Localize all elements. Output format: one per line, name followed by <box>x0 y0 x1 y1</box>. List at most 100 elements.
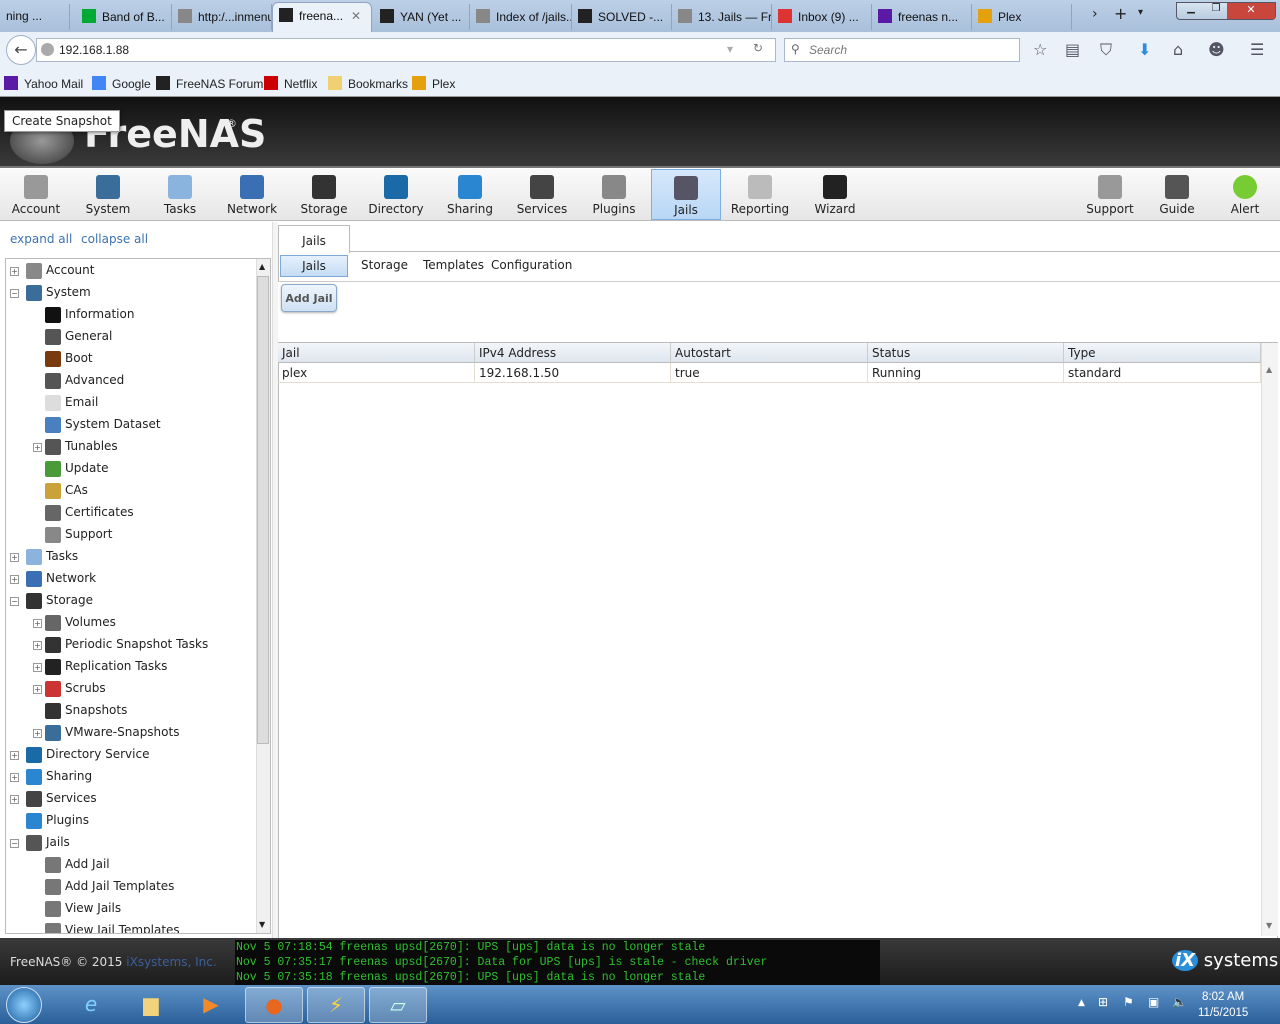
tree-item[interactable]: General <box>45 329 112 345</box>
tree-item[interactable]: Periodic Snapshot Tasks <box>45 637 208 653</box>
bookmark-star-icon[interactable]: ☆ <box>1033 40 1047 59</box>
toolbar-tasks[interactable]: Tasks <box>144 169 216 220</box>
network-tray-icon[interactable]: ▣ <box>1148 995 1159 1009</box>
start-button[interactable] <box>6 987 42 1023</box>
tree-item[interactable]: View Jail Templates <box>45 923 180 933</box>
bookmark-item[interactable]: Netflix <box>264 76 317 91</box>
tree-expander-plus[interactable]: + <box>33 685 42 694</box>
tree-item[interactable]: Replication Tasks <box>45 659 167 675</box>
tree-expander-plus[interactable]: + <box>10 773 19 782</box>
tree-expander-plus[interactable]: + <box>10 553 19 562</box>
toolbar-system[interactable]: System <box>72 169 144 220</box>
hello-icon[interactable]: ☻ <box>1208 40 1225 59</box>
toolbar-sharing[interactable]: Sharing <box>432 169 508 220</box>
show-hidden-icons[interactable]: ▲ <box>1078 998 1085 1008</box>
tree-item[interactable]: Network <box>26 571 96 587</box>
windows-flag-icon[interactable]: ⊞ <box>1098 995 1108 1009</box>
home-icon[interactable]: ⌂ <box>1173 40 1183 59</box>
scroll-up-icon[interactable]: ▲ <box>1266 365 1272 374</box>
tree-expander-minus[interactable]: − <box>10 289 19 298</box>
tree-item[interactable]: Volumes <box>45 615 116 631</box>
bookmark-item[interactable]: Bookmarks <box>328 76 408 91</box>
toolbar-network[interactable]: Network <box>216 169 288 220</box>
tree-item[interactable]: Sharing <box>26 769 92 785</box>
clock[interactable]: 8:02 AM 11/5/2015 <box>1198 989 1248 1021</box>
url-dropdown-icon[interactable]: ▾ <box>727 42 733 56</box>
subtab-jails[interactable]: Jails <box>280 255 348 277</box>
toolbar-plugins[interactable]: Plugins <box>578 169 650 220</box>
tree-item[interactable]: System Dataset <box>45 417 161 433</box>
url-bar[interactable]: 192.168.1.88 ▾ ↻ <box>36 38 776 62</box>
tree-item[interactable]: Certificates <box>45 505 134 521</box>
tree-expander-plus[interactable]: + <box>10 575 19 584</box>
tree-expander-plus[interactable]: + <box>10 751 19 760</box>
menu-icon[interactable]: ☰ <box>1250 40 1264 59</box>
grid-header-ipv4-address[interactable]: IPv4 Address <box>475 343 671 363</box>
browser-tab[interactable]: Plex <box>972 4 1072 30</box>
tree-item[interactable]: CAs <box>45 483 88 499</box>
tab-close-icon[interactable]: ✕ <box>351 9 361 23</box>
grid-header-jail[interactable]: Jail <box>278 343 475 363</box>
browser-tab[interactable]: YAN (Yet ... <box>374 4 470 30</box>
browser-tab[interactable]: Index of /jails... <box>470 4 572 30</box>
tree-expander-plus[interactable]: + <box>10 795 19 804</box>
company-link[interactable]: iXsystems, Inc. <box>126 955 216 969</box>
reload-icon[interactable]: ↻ <box>753 41 763 55</box>
action-center-icon[interactable]: ⚑ <box>1123 995 1134 1009</box>
tabs-scroll-right-icon[interactable]: › <box>1092 6 1098 22</box>
tree-item[interactable]: Plugins <box>26 813 89 829</box>
restore-button[interactable]: ❐ <box>1205 3 1227 19</box>
browser-tab[interactable]: 13. Jails — Fre... <box>672 4 772 30</box>
toolbar-alert[interactable]: Alert <box>1212 169 1278 220</box>
volume-icon[interactable]: 🔈 <box>1172 995 1187 1009</box>
tree-expander-plus[interactable]: + <box>33 619 42 628</box>
tree-expander-minus[interactable]: − <box>10 839 19 848</box>
media-player-icon[interactable]: ▶ <box>182 987 240 1023</box>
tree-item[interactable]: Information <box>45 307 134 323</box>
tab-list-icon[interactable]: ▾ <box>1138 7 1143 18</box>
subtab-templates[interactable]: Templates <box>423 258 484 272</box>
internet-explorer-icon[interactable]: e <box>62 987 120 1023</box>
scroll-down-icon[interactable]: ▼ <box>259 920 265 929</box>
toolbar-support[interactable]: Support <box>1074 169 1146 220</box>
tree-item[interactable]: Account <box>26 263 94 279</box>
tree-item[interactable]: Add Jail Templates <box>45 879 174 895</box>
bookmark-item[interactable]: Plex <box>412 76 455 91</box>
tree-item[interactable]: Snapshots <box>45 703 127 719</box>
toolbar-directory[interactable]: Directory <box>360 169 432 220</box>
browser-tab[interactable]: Inbox (9) ... <box>772 4 872 30</box>
bookmark-item[interactable]: Google <box>92 76 151 91</box>
grid-header-autostart[interactable]: Autostart <box>671 343 868 363</box>
tree-item[interactable]: Email <box>45 395 98 411</box>
tree-expander-plus[interactable]: + <box>10 267 19 276</box>
tree-item[interactable]: Support <box>45 527 112 543</box>
tree-item[interactable]: Advanced <box>45 373 124 389</box>
toolbar-services[interactable]: Services <box>506 169 578 220</box>
browser-tab[interactable]: http:/...inmenu <box>172 4 272 30</box>
tree-expander-plus[interactable]: + <box>33 443 42 452</box>
tree-expander-plus[interactable]: + <box>33 663 42 672</box>
browser-tab[interactable]: SOLVED -... <box>572 4 672 30</box>
toolbar-account[interactable]: Account <box>0 169 72 220</box>
tree-item[interactable]: Boot <box>45 351 93 367</box>
browser-tab[interactable]: Band of B... <box>76 4 172 30</box>
bookmark-item[interactable]: FreeNAS Forum <box>156 76 263 91</box>
search-input[interactable]: ⚲ Search <box>784 38 1020 62</box>
tree-item[interactable]: Services <box>26 791 97 807</box>
grid-header-type[interactable]: Type <box>1064 343 1261 363</box>
tree-item[interactable]: Tasks <box>26 549 78 565</box>
new-tab-icon[interactable]: + <box>1114 4 1127 23</box>
minimize-button[interactable]: ▁ <box>1177 3 1205 19</box>
putty-icon[interactable]: ⚡ <box>307 987 365 1023</box>
tree-item[interactable]: Directory Service <box>26 747 149 763</box>
expand-all-link[interactable]: expand all <box>10 232 72 246</box>
add-jail-button[interactable]: Add Jail <box>281 284 337 312</box>
tree-expander-plus[interactable]: + <box>33 729 42 738</box>
scroll-up-icon[interactable]: ▲ <box>259 262 265 271</box>
tree-item[interactable]: Tunables <box>45 439 118 455</box>
downloads-icon[interactable]: ⬇ <box>1138 40 1151 59</box>
toolbar-reporting[interactable]: Reporting <box>722 169 798 220</box>
tree-item[interactable]: Scrubs <box>45 681 106 697</box>
reading-list-icon[interactable]: ▤ <box>1065 40 1080 59</box>
tree-item[interactable]: Update <box>45 461 108 477</box>
